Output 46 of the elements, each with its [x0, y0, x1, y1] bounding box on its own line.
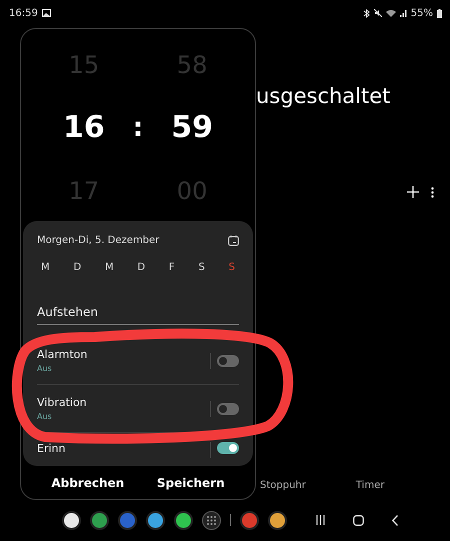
toggle-switch[interactable]: [217, 402, 239, 414]
app-icon[interactable]: [146, 510, 165, 530]
setting-label: Erinn: [37, 442, 66, 455]
toggle-switch[interactable]: [217, 354, 239, 366]
setting-label: Alarmton: [37, 348, 88, 361]
wifi-icon: [386, 9, 396, 17]
page-title: usgeschaltet: [256, 84, 392, 108]
home-icon[interactable]: [353, 514, 364, 526]
alarm-date: Morgen-Di, 5. Dezember: [37, 235, 160, 246]
divider-icon: [230, 514, 231, 526]
setting-value: Aus: [37, 364, 53, 373]
hour-value[interactable]: 16: [63, 110, 105, 146]
weekday-toggle[interactable]: S: [228, 262, 235, 273]
weekday-toggle[interactable]: D: [73, 262, 82, 273]
calendar-icon[interactable]: [228, 235, 239, 246]
add-icon[interactable]: [407, 186, 419, 198]
weekday-toggle[interactable]: M: [41, 262, 50, 273]
app-icon[interactable]: [268, 510, 287, 530]
time-separator: :: [132, 113, 144, 143]
minute-value[interactable]: 59: [171, 110, 213, 146]
signal-icon: [400, 9, 407, 17]
weekday-toggle[interactable]: F: [168, 262, 175, 273]
more-icon[interactable]: [431, 186, 434, 198]
mute-icon: [374, 9, 382, 17]
bottom-tab[interactable]: Stoppuhr: [260, 480, 306, 491]
app-icon[interactable]: [62, 510, 81, 530]
alarm-name-field[interactable]: Aufstehen: [37, 305, 239, 325]
bluetooth-icon: [362, 8, 370, 18]
status-time: 16:59: [9, 8, 38, 18]
weekday-toggle[interactable]: D: [137, 262, 146, 273]
battery-icon: [437, 8, 442, 18]
back-icon[interactable]: [392, 514, 398, 526]
apps-grid-icon[interactable]: [202, 510, 221, 530]
weekday-toggle[interactable]: S: [198, 262, 205, 273]
setting-value: Aus: [37, 412, 53, 421]
app-icon[interactable]: [90, 510, 109, 530]
toggle-switch[interactable]: [217, 442, 239, 454]
dialog-button[interactable]: Speichern: [150, 472, 231, 494]
battery-percent: 55%: [410, 8, 433, 18]
bottom-tab[interactable]: Timer: [356, 480, 384, 491]
dialog-button[interactable]: Abbrechen: [45, 472, 130, 494]
app-icon[interactable]: [174, 510, 193, 530]
image-icon: [42, 9, 51, 17]
weekday-toggle[interactable]: M: [104, 262, 114, 273]
recents-icon[interactable]: [316, 515, 325, 525]
setting-label: Vibration: [37, 396, 88, 409]
